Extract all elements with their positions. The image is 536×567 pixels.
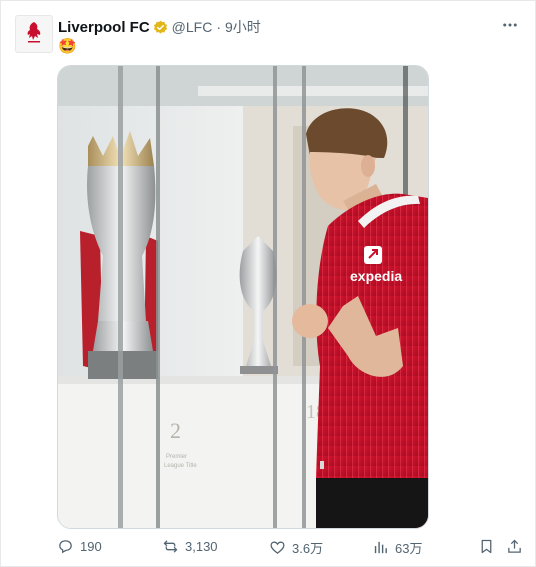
share-button[interactable] bbox=[506, 538, 523, 555]
cabinet-caption-line-2: League Title bbox=[164, 463, 197, 469]
bookmark-button[interactable] bbox=[478, 538, 495, 555]
cabinet-caption-line-1: Premier bbox=[166, 454, 187, 460]
reply-count: 190 bbox=[80, 539, 102, 554]
verified-badge-icon[interactable] bbox=[153, 20, 168, 35]
tweet-card[interactable]: Liverpool FC @LFC · 9小时 🤩 2 Premier Leag… bbox=[0, 0, 536, 567]
like-count: 3.6万 bbox=[292, 541, 324, 556]
reply-button[interactable]: 190 bbox=[57, 538, 102, 555]
like-button[interactable]: 3.6万 bbox=[269, 538, 323, 557]
separator-dot: · bbox=[216, 19, 222, 35]
shirt-sponsor-text: expedia bbox=[350, 268, 402, 284]
tweet-actions: 190 3,130 3.6万 63万 bbox=[57, 538, 523, 558]
avatar[interactable] bbox=[15, 15, 53, 53]
bookmark-icon bbox=[481, 539, 492, 554]
liverbird-logo-icon bbox=[27, 22, 41, 43]
tweet-photo[interactable]: 2 Premier League Title 18 expedia bbox=[57, 65, 429, 529]
repost-count: 3,130 bbox=[185, 539, 218, 554]
reply-icon bbox=[59, 540, 72, 554]
share-icon bbox=[508, 539, 521, 553]
cabinet-number-label: 2 bbox=[170, 418, 181, 443]
photo-illustration: 2 Premier League Title 18 expedia bbox=[58, 66, 428, 528]
heart-icon bbox=[270, 541, 285, 554]
timestamp[interactable]: 9小时 bbox=[225, 17, 261, 37]
author-handle[interactable]: @LFC bbox=[172, 19, 213, 35]
tweet-text: 🤩 bbox=[58, 38, 77, 55]
views-button[interactable]: 63万 bbox=[372, 538, 422, 557]
repost-button[interactable]: 3,130 bbox=[162, 538, 218, 555]
repost-icon bbox=[163, 540, 178, 553]
views-chart-icon bbox=[374, 541, 387, 554]
author-name[interactable]: Liverpool FC bbox=[58, 19, 150, 36]
more-options-icon[interactable] bbox=[501, 16, 519, 34]
view-count: 63万 bbox=[395, 541, 423, 556]
tweet-header: Liverpool FC @LFC · 9小时 bbox=[58, 17, 261, 37]
